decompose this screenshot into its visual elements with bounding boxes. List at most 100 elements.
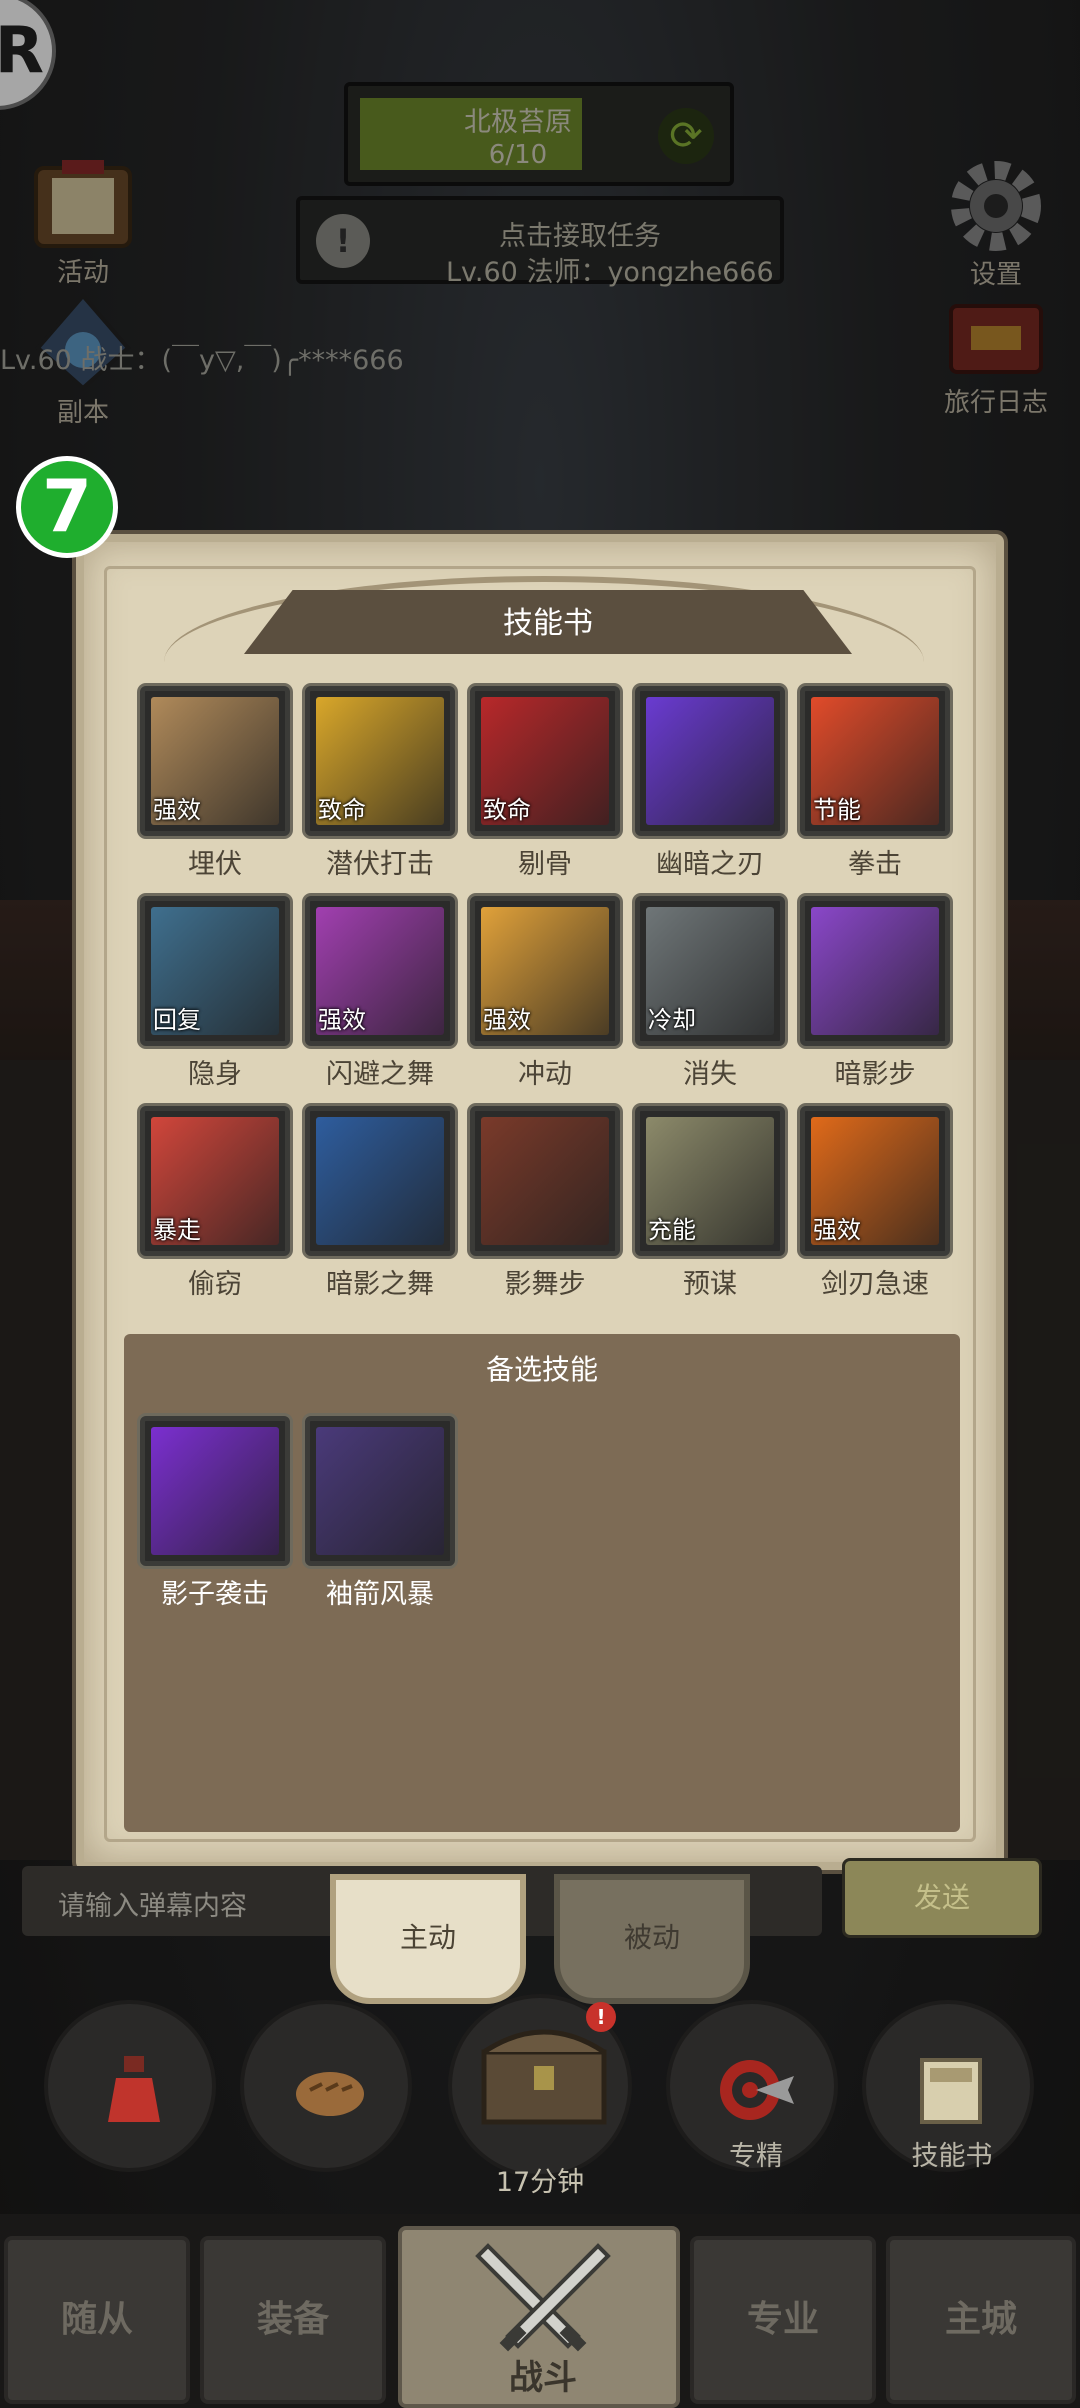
stealth-icon: 回复 bbox=[140, 896, 290, 1046]
skill-modifier-tag: 节能 bbox=[813, 796, 861, 824]
skill-modifier-tag: 致命 bbox=[483, 796, 531, 824]
nav-main-city[interactable]: 主城 bbox=[886, 2236, 1076, 2404]
skill-name: 冲动 bbox=[518, 1059, 572, 1090]
task-title: 点击接取任务 bbox=[499, 221, 661, 252]
skill-slot[interactable]: 强效 冲动 bbox=[470, 896, 620, 1091]
skill-modifier-tag: 强效 bbox=[318, 1006, 366, 1034]
blade-flurry-icon: 强效 bbox=[800, 1106, 950, 1256]
chest-alert-badge: ! bbox=[586, 2002, 616, 2032]
alternate-skill[interactable]: 袖箭风暴 bbox=[305, 1416, 455, 1611]
steal-icon: 暴走 bbox=[140, 1106, 290, 1256]
activity-label: 活动 bbox=[56, 258, 109, 288]
skill-slot[interactable]: 回复 隐身 bbox=[140, 896, 290, 1091]
bread-slot[interactable] bbox=[240, 2000, 412, 2172]
skill-modifier-tag: 充能 bbox=[648, 1216, 696, 1244]
skill-modifier-tag: 强效 bbox=[813, 1216, 861, 1244]
skill-modifier-tag: 回复 bbox=[153, 1006, 201, 1034]
skill-modifier-tag: 致命 bbox=[318, 796, 366, 824]
skill-name: 暗影步 bbox=[834, 1059, 916, 1090]
nav-battle[interactable]: 战斗 bbox=[398, 2226, 680, 2408]
shadow-waltz-icon bbox=[470, 1106, 620, 1256]
refresh-icon[interactable]: ⟳ bbox=[658, 108, 714, 164]
specialization-label: 专精 bbox=[729, 2141, 783, 2172]
skill-name: 偷窃 bbox=[188, 1269, 242, 1300]
skill-name: 幽暗之刃 bbox=[656, 849, 764, 880]
zone-progress-panel[interactable]: 北极苔原 6/10 ⟳ bbox=[344, 82, 734, 186]
skill-art bbox=[646, 697, 774, 825]
potion-slot[interactable] bbox=[44, 2000, 216, 2172]
bread-icon bbox=[296, 2072, 364, 2116]
crossed-swords-icon bbox=[475, 2243, 611, 2352]
alert-icon: ! bbox=[316, 214, 370, 268]
skill-name: 影子袭击 bbox=[161, 1579, 269, 1610]
activity-button[interactable]: 活动 bbox=[18, 156, 148, 289]
green-floating-badge[interactable]: 7 bbox=[16, 456, 118, 558]
target-arrow-icon bbox=[720, 2060, 794, 2120]
skill-name: 闪避之舞 bbox=[326, 1059, 434, 1090]
skill-name: 暗影之舞 bbox=[326, 1269, 434, 1300]
skill-slot[interactable]: 暴走偷窃 bbox=[140, 1106, 290, 1301]
skill-slot[interactable]: 强效埋伏 bbox=[140, 686, 290, 881]
skill-slot[interactable]: 充能预谋 bbox=[635, 1106, 785, 1301]
skill-book-slot[interactable]: 技能书 bbox=[862, 2000, 1034, 2172]
zone-progress-count: 6/10 bbox=[488, 140, 548, 170]
skill-book-label: 技能书 bbox=[911, 2141, 993, 2172]
danmu-placeholder: 请输入弹幕内容 bbox=[58, 1891, 247, 1922]
skill-modifier-tag: 暴走 bbox=[153, 1216, 201, 1244]
travel-log-button[interactable]: 旅行日志 bbox=[926, 292, 1066, 419]
skill-name: 剔骨 bbox=[518, 849, 572, 880]
skill-slot[interactable]: 节能 拳击 bbox=[800, 686, 950, 881]
alternate-skills-area: 备选技能 影子袭击 袖箭风暴 bbox=[124, 1334, 960, 1832]
tab-active-skills[interactable]: 主动 bbox=[330, 1874, 526, 2004]
alternate-skill[interactable]: 影子袭击 bbox=[140, 1416, 290, 1611]
skill-name: 消失 bbox=[683, 1059, 737, 1090]
punch-icon: 节能 bbox=[800, 686, 950, 836]
ambush-icon: 强效 bbox=[140, 686, 290, 836]
sleeve-arrow-storm-icon bbox=[305, 1416, 455, 1566]
skill-slot[interactable]: 强效剑刃急速 bbox=[800, 1106, 950, 1301]
skill-name: 埋伏 bbox=[188, 849, 242, 880]
zone-name: 北极苔原 bbox=[464, 107, 572, 138]
travel-log-book-icon bbox=[949, 304, 1043, 374]
chat-message: Lv.60 战士：(￣y▽,￣)╭****666 bbox=[0, 345, 404, 376]
skill-slot[interactable]: 幽暗之刃 bbox=[635, 686, 785, 881]
specialization-slot[interactable]: 专精 bbox=[666, 2000, 838, 2172]
skill-slot[interactable]: 冷却消失 bbox=[635, 896, 785, 1091]
skill-art bbox=[151, 1427, 279, 1555]
nav-battle-label: 战斗 bbox=[509, 2358, 577, 2398]
skill-art bbox=[316, 1117, 444, 1245]
shadow-strike-icon bbox=[140, 1416, 290, 1566]
shadow-dance-icon bbox=[305, 1106, 455, 1256]
tab-passive-skills[interactable]: 被动 bbox=[554, 1874, 750, 2004]
send-button[interactable]: 发送 bbox=[842, 1858, 1042, 1938]
dark-blade-icon bbox=[635, 686, 785, 836]
impulse-icon: 强效 bbox=[470, 896, 620, 1046]
settings-button[interactable]: 设置 bbox=[928, 152, 1064, 291]
dungeon-label: 副本 bbox=[56, 398, 109, 428]
skill-slot[interactable]: 致命剔骨 bbox=[470, 686, 620, 881]
skill-slot[interactable]: 强效闪避之舞 bbox=[305, 896, 455, 1091]
skill-name: 潜伏打击 bbox=[326, 849, 434, 880]
skill-slot[interactable]: 影舞步 bbox=[470, 1106, 620, 1301]
skill-modifier-tag: 冷却 bbox=[648, 1006, 696, 1034]
skill-slot[interactable]: 暗影之舞 bbox=[305, 1106, 455, 1301]
skill-book-icon bbox=[920, 2058, 982, 2124]
nav-profession[interactable]: 专业 bbox=[690, 2236, 876, 2404]
skill-slot[interactable]: 致命潜伏打击 bbox=[305, 686, 455, 881]
skill-modifier-tag: 强效 bbox=[153, 796, 201, 824]
skill-name: 预谋 bbox=[683, 1269, 737, 1300]
chest-timer: 17分钟 bbox=[495, 2167, 585, 2198]
lurking-strike-icon: 致命 bbox=[305, 686, 455, 836]
skill-slot[interactable]: 暗影步 bbox=[800, 896, 950, 1091]
gear-icon bbox=[951, 161, 1041, 251]
skill-name: 剑刃急速 bbox=[821, 1269, 929, 1300]
travel-log-label: 旅行日志 bbox=[943, 388, 1048, 418]
skill-art bbox=[316, 1427, 444, 1555]
skill-art bbox=[811, 907, 939, 1035]
nav-followers[interactable]: 随从 bbox=[4, 2236, 190, 2404]
alternate-skills-title: 备选技能 bbox=[485, 1353, 598, 1386]
task-panel[interactable]: ! 点击接取任务 Lv.60 法师：yongzhe666 bbox=[296, 196, 784, 288]
skill-book-panel: 技能书 强效 埋伏 致命 潜伏打击 致命 剔骨 幽暗之刃 节能 拳击 回复 隐身 强效 闪避之舞 强效 冲动… bbox=[76, 534, 1004, 1870]
nav-equipment[interactable]: 装备 bbox=[200, 2236, 386, 2404]
skill-book-title: 技能书 bbox=[503, 606, 593, 641]
